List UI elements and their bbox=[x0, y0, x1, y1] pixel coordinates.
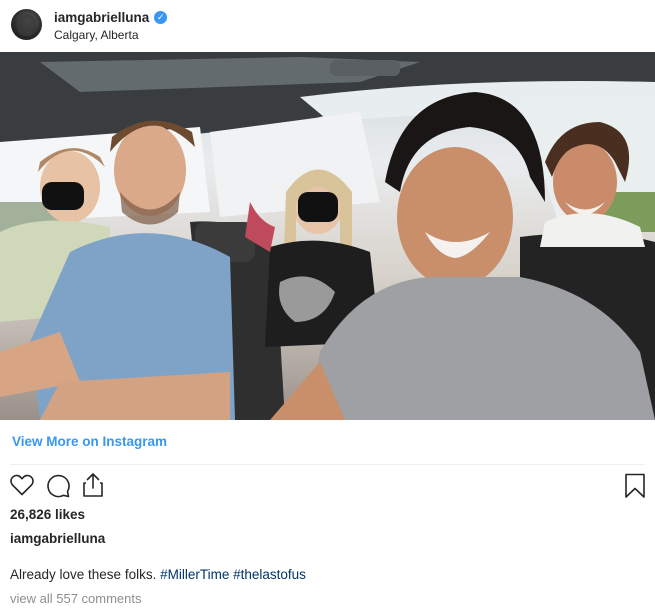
likes-count[interactable]: 26,826 likes bbox=[10, 507, 85, 522]
post-photo[interactable] bbox=[0, 52, 655, 420]
verified-badge-icon: ✓ bbox=[154, 11, 168, 24]
instagram-post: iamgabrielluna ✓ Calgary, Alberta View M… bbox=[0, 0, 655, 614]
share-icon[interactable] bbox=[81, 472, 105, 498]
view-more-link[interactable]: View More on Instagram bbox=[12, 434, 167, 449]
photo-illustration bbox=[0, 52, 655, 420]
username-row: iamgabrielluna ✓ bbox=[54, 9, 168, 26]
caption-username[interactable]: iamgabrielluna bbox=[10, 531, 105, 546]
location-link[interactable]: Calgary, Alberta bbox=[54, 28, 167, 42]
divider bbox=[10, 464, 645, 465]
avatar[interactable] bbox=[11, 9, 42, 40]
bookmark-icon[interactable] bbox=[624, 473, 646, 499]
post-header: iamgabrielluna ✓ Calgary, Alberta bbox=[0, 0, 655, 52]
caption-text: Already love these folks. #MillerTime #t… bbox=[10, 567, 306, 582]
caption-body: Already love these folks. bbox=[10, 567, 157, 582]
view-all-comments-link[interactable]: view all 557 comments bbox=[10, 591, 142, 606]
hashtag-millertime[interactable]: #MillerTime bbox=[160, 567, 229, 582]
comment-icon[interactable] bbox=[45, 473, 71, 499]
heart-icon[interactable] bbox=[9, 473, 35, 497]
hashtag-thelastofus[interactable]: #thelastofus bbox=[233, 567, 306, 582]
username-link[interactable]: iamgabrielluna bbox=[54, 10, 149, 25]
user-info: iamgabrielluna ✓ Calgary, Alberta bbox=[54, 9, 168, 42]
